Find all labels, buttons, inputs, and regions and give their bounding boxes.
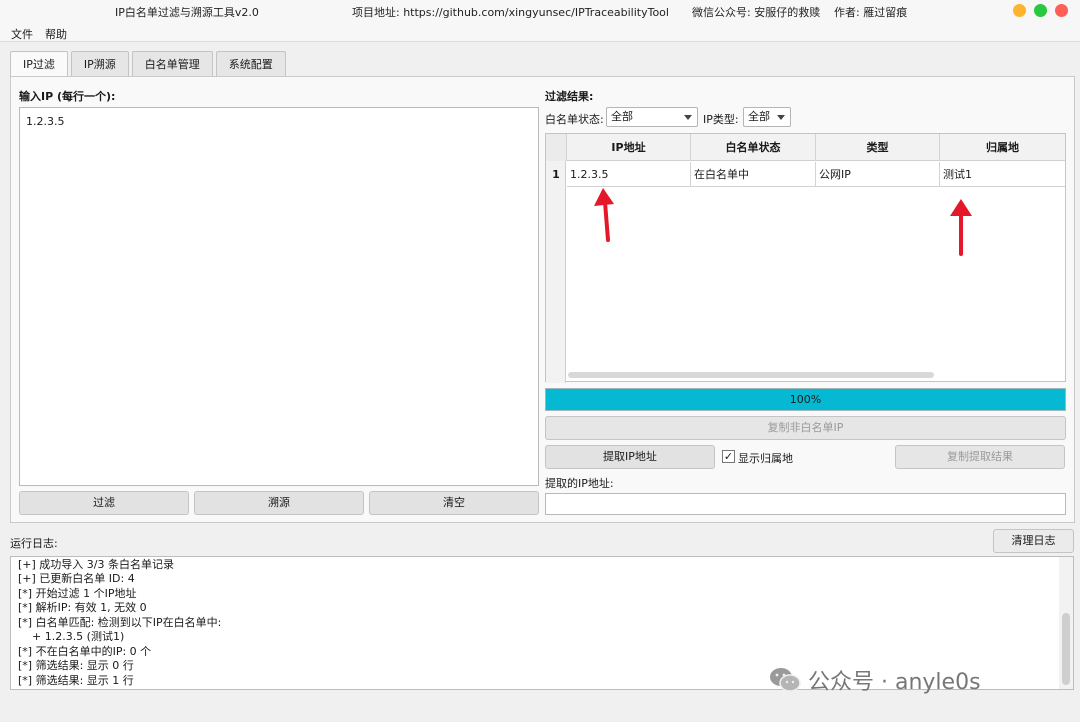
column-header-type[interactable]: 类型 [816, 134, 940, 161]
tab-system-config[interactable]: 系统配置 [215, 51, 286, 76]
log-line: + 1.2.3.5 (测试1) [18, 630, 125, 643]
whitelist-status-value: 全部 [611, 110, 633, 123]
minimize-button[interactable] [1013, 4, 1026, 17]
log-line: [*] 解析IP: 有效 1, 无效 0 [18, 601, 147, 614]
log-line: [*] 筛选结果: 显示 0 行 [18, 659, 134, 672]
clear-button[interactable]: 清空 [369, 491, 539, 515]
tab-ip-trace[interactable]: IP溯源 [70, 51, 129, 76]
project-url: 项目地址: https://github.com/xingyunsec/IPTr… [352, 6, 669, 19]
column-header-whitelist-status[interactable]: 白名单状态 [691, 134, 816, 161]
window-titlebar: IP白名单过滤与溯源工具v2.0 项目地址: https://github.co… [0, 0, 1080, 22]
watermark-text: 公众号 · anyle0s [808, 670, 981, 695]
wechat-account: 微信公众号: 安服仔的救赎 [692, 6, 821, 19]
cell-ip[interactable]: 1.2.3.5 [567, 162, 691, 187]
maximize-button[interactable] [1034, 4, 1047, 17]
extract-ip-button[interactable]: 提取IP地址 [545, 445, 715, 469]
copy-non-whitelist-button[interactable]: 复制非白名单IP [545, 416, 1066, 440]
ip-type-value: 全部 [748, 110, 770, 123]
trace-button[interactable]: 溯源 [194, 491, 364, 515]
progress-text: 100% [789, 393, 822, 406]
results-label: 过滤结果: [545, 90, 594, 103]
log-line: [+] 已更新白名单 ID: 4 [18, 572, 135, 585]
window-title: IP白名单过滤与溯源工具v2.0 [115, 6, 259, 19]
tab-bar: IP过滤 IP溯源 白名单管理 系统配置 [10, 51, 286, 77]
annotation-arrow-icon [594, 188, 614, 242]
clear-log-button[interactable]: 清理日志 [993, 529, 1074, 553]
close-button[interactable] [1055, 4, 1068, 17]
show-location-label: 显示归属地 [738, 452, 793, 465]
log-label: 运行日志: [10, 537, 58, 550]
chevron-down-icon [684, 115, 692, 120]
cell-whitelist-status[interactable]: 在白名单中 [691, 162, 816, 187]
chevron-down-icon [777, 115, 785, 120]
column-header-location[interactable]: 归属地 [940, 134, 1065, 161]
extracted-ip-label: 提取的IP地址: [545, 477, 614, 490]
row-number[interactable]: 1 [546, 162, 566, 187]
window-controls [1013, 4, 1068, 17]
horizontal-scrollbar[interactable] [568, 372, 934, 378]
corner-cell [546, 134, 567, 161]
ip-type-label: IP类型: [703, 113, 739, 126]
log-line: [*] 筛选结果: 显示 1 行 [18, 674, 134, 687]
ip-input-textarea[interactable]: 1.2.3.5 [19, 107, 539, 486]
log-scrollbar-thumb[interactable] [1062, 613, 1070, 685]
progress-bar: 100% [545, 388, 1066, 411]
annotation-arrow-icon [950, 199, 972, 256]
cell-location[interactable]: 测试1 [940, 162, 1065, 187]
copy-extract-button[interactable]: 复制提取结果 [895, 445, 1065, 469]
row-header-strip [546, 161, 566, 383]
results-table: IP地址 白名单状态 类型 归属地 1 1.2.3.5 在白名单中 公网IP 测… [545, 133, 1066, 383]
watermark: 公众号 · anyle0s [768, 664, 981, 696]
menu-help[interactable]: 帮助 [45, 26, 67, 42]
cell-type[interactable]: 公网IP [816, 162, 940, 187]
wechat-icon [770, 668, 801, 692]
author: 作者: 雁过留痕 [834, 6, 908, 19]
tab-ip-filter[interactable]: IP过滤 [10, 51, 68, 77]
whitelist-status-label: 白名单状态: [545, 113, 604, 126]
menu-file[interactable]: 文件 [11, 26, 33, 42]
menubar: 文件 帮助 [0, 22, 1080, 42]
show-location-checkbox[interactable]: ✓ [722, 450, 735, 463]
column-header-ip[interactable]: IP地址 [567, 134, 691, 161]
input-label: 输入IP (每行一个): [19, 90, 116, 103]
table-header: IP地址 白名单状态 类型 归属地 [546, 134, 1065, 161]
whitelist-status-select[interactable]: 全部 [606, 107, 698, 127]
log-scrollbar[interactable] [1059, 557, 1073, 689]
filter-button[interactable]: 过滤 [19, 491, 189, 515]
ip-type-select[interactable]: 全部 [743, 107, 791, 127]
extracted-ip-field[interactable] [545, 493, 1066, 515]
tab-whitelist-manage[interactable]: 白名单管理 [131, 51, 213, 76]
